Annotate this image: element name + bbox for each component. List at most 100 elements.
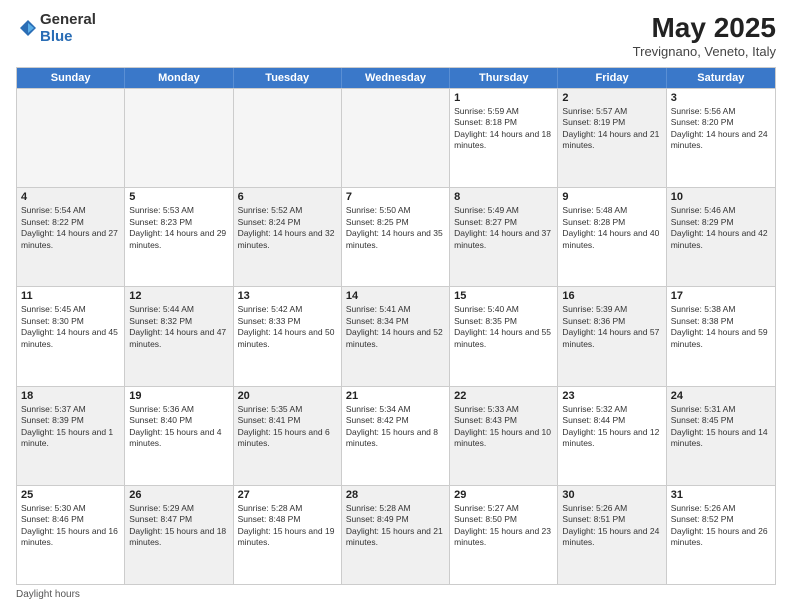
day-info: Sunrise: 5:26 AM Sunset: 8:52 PM Dayligh… [671, 503, 771, 549]
day-info: Sunrise: 5:38 AM Sunset: 8:38 PM Dayligh… [671, 304, 771, 350]
day-cell-23: 23 Sunrise: 5:32 AM Sunset: 8:44 PM Dayli… [558, 387, 666, 485]
day-number: 6 [238, 191, 337, 203]
day-number: 16 [562, 290, 661, 302]
day-info: Sunrise: 5:48 AM Sunset: 8:28 PM Dayligh… [562, 205, 661, 251]
day-info: Sunrise: 5:53 AM Sunset: 8:23 PM Dayligh… [129, 205, 228, 251]
day-number: 12 [129, 290, 228, 302]
day-info: Sunrise: 5:28 AM Sunset: 8:49 PM Dayligh… [346, 503, 445, 549]
day-number: 27 [238, 489, 337, 501]
day-cell-29: 29 Sunrise: 5:27 AM Sunset: 8:50 PM Dayli… [450, 486, 558, 584]
day-cell-21: 21 Sunrise: 5:34 AM Sunset: 8:42 PM Dayli… [342, 387, 450, 485]
day-cell-4: 4Sunrise: 5:54 AM Sunset: 8:22 PM Daylig… [17, 188, 125, 286]
calendar-row-0: 1 Sunrise: 5:59 AM Sunset: 8:18 PM Daylig… [17, 88, 775, 187]
location-subtitle: Trevignano, Veneto, Italy [633, 44, 776, 59]
day-info: Sunrise: 5:57 AM Sunset: 8:19 PM Dayligh… [562, 106, 661, 152]
day-info: Sunrise: 5:50 AM Sunset: 8:25 PM Dayligh… [346, 205, 445, 251]
day-number: 28 [346, 489, 445, 501]
logo-icon [16, 18, 38, 40]
day-cell-20: 20Sunrise: 5:35 AM Sunset: 8:41 PM Dayli… [234, 387, 342, 485]
day-number: 26 [129, 489, 228, 501]
day-info: Sunrise: 5:56 AM Sunset: 8:20 PM Dayligh… [671, 106, 771, 152]
day-number: 23 [562, 390, 661, 402]
day-cell-13: 13 Sunrise: 5:42 AM Sunset: 8:33 PM Dayli… [234, 287, 342, 385]
header-day-sunday: Sunday [17, 68, 125, 88]
day-cell-12: 12 Sunrise: 5:44 AM Sunset: 8:32 PM Dayli… [125, 287, 233, 385]
day-number: 17 [671, 290, 771, 302]
day-cell-19: 19 Sunrise: 5:36 AM Sunset: 8:40 PM Dayli… [125, 387, 233, 485]
calendar-body: 1 Sunrise: 5:59 AM Sunset: 8:18 PM Daylig… [17, 88, 775, 584]
calendar: SundayMondayTuesdayWednesdayThursdayFrid… [16, 67, 776, 585]
day-cell-30: 30Sunrise: 5:26 AM Sunset: 8:51 PM Dayli… [558, 486, 666, 584]
day-cell-1: 1 Sunrise: 5:59 AM Sunset: 8:18 PM Daylig… [450, 89, 558, 187]
title-block: May 2025 Trevignano, Veneto, Italy [633, 12, 776, 59]
day-number: 21 [346, 390, 445, 402]
day-number: 20 [238, 390, 337, 402]
page-header: General Blue May 2025 Trevignano, Veneto… [16, 12, 776, 59]
day-info: Sunrise: 5:44 AM Sunset: 8:32 PM Dayligh… [129, 304, 228, 350]
header-day-thursday: Thursday [450, 68, 558, 88]
day-info: Sunrise: 5:39 AM Sunset: 8:36 PM Dayligh… [562, 304, 661, 350]
day-number: 4 [21, 191, 120, 203]
day-info: Sunrise: 5:28 AM Sunset: 8:48 PM Dayligh… [238, 503, 337, 549]
day-number: 19 [129, 390, 228, 402]
day-info: Sunrise: 5:37 AM Sunset: 8:39 PM Dayligh… [21, 404, 120, 450]
day-cell-11: 11Sunrise: 5:45 AM Sunset: 8:30 PM Dayli… [17, 287, 125, 385]
day-cell-28: 28 Sunrise: 5:28 AM Sunset: 8:49 PM Dayli… [342, 486, 450, 584]
day-cell-16: 16 Sunrise: 5:39 AM Sunset: 8:36 PM Dayli… [558, 287, 666, 385]
header-day-friday: Friday [558, 68, 666, 88]
day-number: 25 [21, 489, 120, 501]
day-cell-7: 7 Sunrise: 5:50 AM Sunset: 8:25 PM Daylig… [342, 188, 450, 286]
day-info: Sunrise: 5:32 AM Sunset: 8:44 PM Dayligh… [562, 404, 661, 450]
day-cell-22: 22Sunrise: 5:33 AM Sunset: 8:43 PM Dayli… [450, 387, 558, 485]
day-cell-3: 3 Sunrise: 5:56 AM Sunset: 8:20 PM Daylig… [667, 89, 775, 187]
day-cell-15: 15Sunrise: 5:40 AM Sunset: 8:35 PM Dayli… [450, 287, 558, 385]
logo-blue-text: Blue [40, 29, 96, 46]
day-number: 18 [21, 390, 120, 402]
day-info: Sunrise: 5:52 AM Sunset: 8:24 PM Dayligh… [238, 205, 337, 251]
day-info: Sunrise: 5:34 AM Sunset: 8:42 PM Dayligh… [346, 404, 445, 450]
calendar-row-4: 25Sunrise: 5:30 AM Sunset: 8:46 PM Dayli… [17, 485, 775, 584]
day-cell-18: 18 Sunrise: 5:37 AM Sunset: 8:39 PM Dayli… [17, 387, 125, 485]
day-info: Sunrise: 5:46 AM Sunset: 8:29 PM Dayligh… [671, 205, 771, 251]
calendar-row-2: 11Sunrise: 5:45 AM Sunset: 8:30 PM Dayli… [17, 286, 775, 385]
day-cell-10: 10 Sunrise: 5:46 AM Sunset: 8:29 PM Dayli… [667, 188, 775, 286]
empty-cell-0-0 [17, 89, 125, 187]
day-info: Sunrise: 5:29 AM Sunset: 8:47 PM Dayligh… [129, 503, 228, 549]
day-cell-31: 31 Sunrise: 5:26 AM Sunset: 8:52 PM Dayli… [667, 486, 775, 584]
day-info: Sunrise: 5:41 AM Sunset: 8:34 PM Dayligh… [346, 304, 445, 350]
day-number: 24 [671, 390, 771, 402]
empty-cell-0-2 [234, 89, 342, 187]
day-number: 10 [671, 191, 771, 203]
logo-general-text: General [40, 12, 96, 29]
day-cell-8: 8Sunrise: 5:49 AM Sunset: 8:27 PM Daylig… [450, 188, 558, 286]
day-cell-17: 17 Sunrise: 5:38 AM Sunset: 8:38 PM Dayli… [667, 287, 775, 385]
day-cell-2: 2Sunrise: 5:57 AM Sunset: 8:19 PM Daylig… [558, 89, 666, 187]
day-info: Sunrise: 5:33 AM Sunset: 8:43 PM Dayligh… [454, 404, 553, 450]
calendar-row-3: 18 Sunrise: 5:37 AM Sunset: 8:39 PM Dayli… [17, 386, 775, 485]
day-info: Sunrise: 5:59 AM Sunset: 8:18 PM Dayligh… [454, 106, 553, 152]
day-number: 9 [562, 191, 661, 203]
day-cell-27: 27 Sunrise: 5:28 AM Sunset: 8:48 PM Dayli… [234, 486, 342, 584]
day-number: 13 [238, 290, 337, 302]
header-day-saturday: Saturday [667, 68, 775, 88]
day-number: 8 [454, 191, 553, 203]
empty-cell-0-1 [125, 89, 233, 187]
day-info: Sunrise: 5:40 AM Sunset: 8:35 PM Dayligh… [454, 304, 553, 350]
day-info: Sunrise: 5:27 AM Sunset: 8:50 PM Dayligh… [454, 503, 553, 549]
day-cell-24: 24 Sunrise: 5:31 AM Sunset: 8:45 PM Dayli… [667, 387, 775, 485]
day-number: 3 [671, 92, 771, 104]
day-info: Sunrise: 5:31 AM Sunset: 8:45 PM Dayligh… [671, 404, 771, 450]
day-info: Sunrise: 5:42 AM Sunset: 8:33 PM Dayligh… [238, 304, 337, 350]
day-info: Sunrise: 5:36 AM Sunset: 8:40 PM Dayligh… [129, 404, 228, 450]
day-cell-25: 25Sunrise: 5:30 AM Sunset: 8:46 PM Dayli… [17, 486, 125, 584]
day-number: 1 [454, 92, 553, 104]
calendar-header: SundayMondayTuesdayWednesdayThursdayFrid… [17, 68, 775, 88]
day-info: Sunrise: 5:26 AM Sunset: 8:51 PM Dayligh… [562, 503, 661, 549]
day-number: 29 [454, 489, 553, 501]
day-cell-6: 6 Sunrise: 5:52 AM Sunset: 8:24 PM Daylig… [234, 188, 342, 286]
calendar-row-1: 4Sunrise: 5:54 AM Sunset: 8:22 PM Daylig… [17, 187, 775, 286]
day-number: 7 [346, 191, 445, 203]
header-day-monday: Monday [125, 68, 233, 88]
day-number: 31 [671, 489, 771, 501]
day-cell-5: 5Sunrise: 5:53 AM Sunset: 8:23 PM Daylig… [125, 188, 233, 286]
